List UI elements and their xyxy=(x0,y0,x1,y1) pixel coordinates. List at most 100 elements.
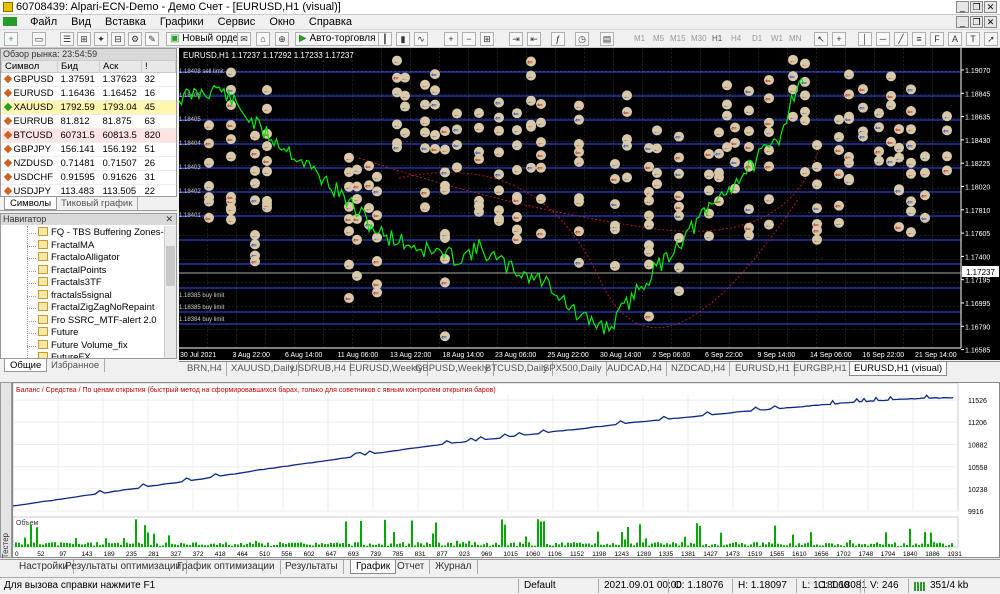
navigator-item[interactable]: fractals5signal xyxy=(38,289,112,302)
chart-tab[interactable]: USDRUB,H4 xyxy=(287,362,351,376)
scroll-thumb[interactable] xyxy=(166,246,175,286)
chart-tab[interactable]: BRN,H4 xyxy=(183,362,227,376)
tester-tab[interactable]: Результаты xyxy=(280,560,344,574)
menu-tools[interactable]: Сервис xyxy=(211,15,263,29)
tf-m30[interactable]: M30 xyxy=(691,34,707,43)
crosshair-icon[interactable]: + xyxy=(832,32,846,46)
chart-tab[interactable]: EURUSD,H1 (visual) xyxy=(849,362,948,376)
col-symbol[interactable]: Символ xyxy=(1,60,58,73)
chart-tab[interactable]: NZDCAD,H4 xyxy=(667,362,731,376)
tester-tab[interactable]: График xyxy=(350,560,397,574)
tester-side-strip[interactable]: Тестер xyxy=(0,382,12,558)
navigator-icon[interactable]: ✦ xyxy=(94,32,108,46)
new-chart-icon[interactable]: + xyxy=(4,32,18,46)
chart-shift-icon[interactable]: ⇤ xyxy=(527,32,541,46)
data-window-icon[interactable]: ⊞ xyxy=(77,32,91,46)
label-icon[interactable]: T xyxy=(966,32,980,46)
tf-h1[interactable]: H1 xyxy=(712,34,722,43)
navigator-item[interactable]: Fractals3TF xyxy=(38,277,102,289)
tf-mn[interactable]: MN xyxy=(789,34,801,43)
chart-tab[interactable]: EURGBP,H1 xyxy=(789,362,852,376)
tester-icon[interactable]: ⚙ xyxy=(128,32,142,46)
navigator-item[interactable]: FractaloAlligator xyxy=(38,252,120,264)
trendline-icon[interactable]: ╱ xyxy=(894,32,908,46)
profiles-icon[interactable]: ▭ xyxy=(32,32,46,46)
tf-w1[interactable]: W1 xyxy=(771,34,783,43)
tf-d1[interactable]: D1 xyxy=(752,34,762,43)
navigator-item[interactable]: FractalPoints xyxy=(38,264,106,277)
signals-icon[interactable]: ✉ xyxy=(237,32,251,46)
editor-icon[interactable]: ✎ xyxy=(145,32,159,46)
navigator-item[interactable]: Fro SSRC_MTF-alert 2.0 xyxy=(38,314,157,327)
periods-icon[interactable]: ◷ xyxy=(575,32,589,46)
close-button[interactable]: ✕ xyxy=(984,1,997,13)
chart-tab[interactable]: AUDCAD,H4 xyxy=(603,362,667,376)
zoom-in-icon[interactable]: + xyxy=(444,32,458,46)
child-minimize-button[interactable]: _ xyxy=(956,16,969,28)
close-icon[interactable]: ✕ xyxy=(165,214,173,225)
tab-tick-chart[interactable]: Тиковый график xyxy=(56,197,139,210)
tile-windows-icon[interactable]: ⊞ xyxy=(480,32,494,46)
templates-icon[interactable]: ▤ xyxy=(600,32,614,46)
line-chart-icon[interactable]: ∿ xyxy=(414,32,428,46)
fibo-icon[interactable]: F xyxy=(930,32,944,46)
autotrade-button[interactable]: ▶ Авто-торговля xyxy=(295,32,380,46)
restore-button[interactable]: ❐ xyxy=(970,1,983,13)
market-row[interactable]: EURRUB 81.812 81.875 63 xyxy=(1,114,176,129)
market-row[interactable]: USDCHF 0.91595 0.91626 31 xyxy=(1,170,176,185)
chart-tab[interactable]: EURUSD,H1 xyxy=(731,362,795,376)
tester-tab[interactable]: Результаты оптимизации xyxy=(60,560,188,574)
price-chart[interactable]: 1.18408 sell limit 1.18406 1.18405 1.18404 1… xyxy=(178,48,1000,360)
tester-tab[interactable]: График оптимизации xyxy=(172,560,281,574)
zoom-out-icon[interactable]: − xyxy=(462,32,476,46)
auto-scroll-icon[interactable]: ⇥ xyxy=(509,32,523,46)
market-row[interactable]: GBPUSD 1.37591 1.37623 32 xyxy=(1,72,176,87)
navigator-item[interactable]: FractalZigZagNoRepaint xyxy=(38,302,155,314)
tab-favorites[interactable]: Избранное xyxy=(46,359,106,372)
tf-m1[interactable]: M1 xyxy=(634,34,645,43)
chart-tab[interactable]: SPX500,Daily xyxy=(539,362,607,376)
horizontal-line-icon[interactable]: ─ xyxy=(876,32,890,46)
price-chart-svg[interactable]: 1.18408 sell limit1.184061.184051.184041… xyxy=(178,48,1000,360)
market-row[interactable]: XAUUSD 1792.59 1793.04 45 xyxy=(1,100,176,115)
indicators-icon[interactable]: ƒ xyxy=(551,32,565,46)
navigator-item[interactable]: Future Volume_fix xyxy=(38,339,128,352)
terminal-icon[interactable]: ⊟ xyxy=(111,32,125,46)
child-close-button[interactable]: ✕ xyxy=(984,16,997,28)
vertical-line-icon[interactable]: │ xyxy=(858,32,872,46)
channel-icon[interactable]: ≡ xyxy=(912,32,926,46)
tester-tab[interactable]: Отчет xyxy=(392,560,431,574)
arrow-icon[interactable]: ➚ xyxy=(984,32,998,46)
menu-help[interactable]: Справка xyxy=(302,15,359,29)
new-order-button[interactable]: ▣ Новый ордер xyxy=(166,32,248,46)
status-profile[interactable]: Default xyxy=(524,580,556,591)
minimize-button[interactable]: _ xyxy=(956,1,969,13)
tester-tab[interactable]: Журнал xyxy=(430,560,478,574)
tf-h4[interactable]: H4 xyxy=(731,34,741,43)
bank-icon[interactable]: ⌂ xyxy=(256,32,270,46)
tab-general[interactable]: Общие xyxy=(4,359,48,372)
menu-window[interactable]: Окно xyxy=(262,15,302,29)
bar-chart-icon[interactable]: ┃ xyxy=(378,32,392,46)
col-spread[interactable]: ! xyxy=(141,60,176,73)
navigator-item[interactable]: FractalMA xyxy=(38,239,94,252)
candlestick-icon[interactable]: ▮ xyxy=(396,32,410,46)
market-row[interactable]: BTCUSD 60731.5 60813.5 820 xyxy=(1,128,176,143)
menu-insert[interactable]: Вставка xyxy=(98,15,153,29)
menu-charts[interactable]: Графики xyxy=(153,15,211,29)
tab-symbols[interactable]: Символы xyxy=(4,197,58,210)
tf-m15[interactable]: M15 xyxy=(670,34,686,43)
market-row[interactable]: GBPJPY 156.141 156.192 51 xyxy=(1,142,176,157)
menu-view[interactable]: Вид xyxy=(64,15,98,29)
tf-m5[interactable]: M5 xyxy=(653,34,664,43)
market-row[interactable]: EURUSD 1.16436 1.16452 16 xyxy=(1,86,176,101)
navigator-scrollbar[interactable] xyxy=(164,226,176,358)
text-icon[interactable]: A xyxy=(948,32,962,46)
market-icon[interactable]: ⊕ xyxy=(275,32,289,46)
col-bid[interactable]: Бид xyxy=(57,60,100,73)
market-row[interactable]: NZDUSD 0.71481 0.71507 26 xyxy=(1,156,176,171)
menu-file[interactable]: Файл xyxy=(23,15,64,29)
cursor-icon[interactable]: ↖ xyxy=(814,32,828,46)
navigator-item[interactable]: Future xyxy=(38,327,78,339)
navigator-item[interactable]: FQ - TBS Buffering Zones- xyxy=(38,227,164,239)
